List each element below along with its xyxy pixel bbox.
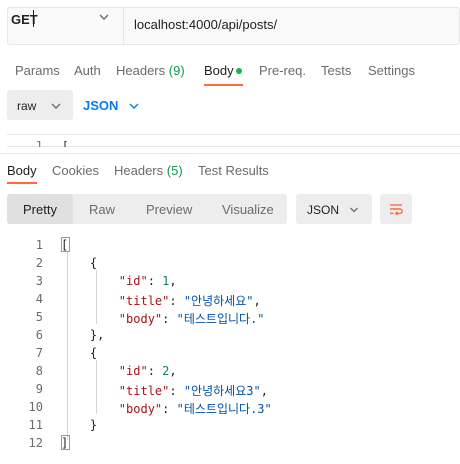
json-string: "안녕하세요" <box>183 294 254 308</box>
chevron-down-icon <box>350 207 358 213</box>
json-punctuation <box>61 364 119 378</box>
tab-headers-count: (9) <box>168 63 185 78</box>
line-number: 11 <box>28 418 43 432</box>
json-string: "테스트입니다.3" <box>176 402 272 416</box>
json-punctuation <box>61 294 119 308</box>
json-punctuation <box>61 384 119 398</box>
view-raw[interactable]: Raw <box>89 202 115 217</box>
url-input[interactable]: localhost:4000/api/posts/ <box>134 17 277 32</box>
code-line: "body": "테스트입니다.3" <box>61 400 272 417</box>
tab-settings[interactable]: Settings <box>368 63 415 78</box>
code-line: ] <box>61 436 68 450</box>
json-punctuation <box>61 274 119 288</box>
json-punctuation: : <box>169 384 184 398</box>
code-line: } <box>61 418 97 432</box>
tab-body[interactable]: Body <box>204 63 234 78</box>
json-key: "title" <box>118 294 170 308</box>
line-number: 4 <box>35 292 43 306</box>
json-punctuation: : <box>147 364 163 378</box>
line-number: 5 <box>35 310 43 324</box>
json-string: "테스트입니다." <box>176 312 265 326</box>
tab-params[interactable]: Params <box>15 63 60 78</box>
view-visualize[interactable]: Visualize <box>222 202 274 217</box>
tab-pre-request[interactable]: Pre-req. <box>259 63 306 78</box>
json-key: "body" <box>118 312 163 326</box>
chevron-down-icon <box>129 103 139 109</box>
json-key: "title" <box>118 384 170 398</box>
tab-cookies[interactable]: Cookies <box>52 163 99 178</box>
tab-response-headers-count: (5) <box>166 163 183 178</box>
json-punctuation: { <box>61 346 98 360</box>
code-line: "body": "테스트입니다." <box>61 310 265 327</box>
tab-headers[interactable]: Headers (9) <box>116 63 185 78</box>
active-tab-underline <box>204 84 243 86</box>
json-punctuation: , <box>169 364 177 378</box>
json-punctuation: , <box>169 274 177 288</box>
json-punctuation: : <box>162 402 177 416</box>
chevron-down-icon[interactable] <box>98 11 110 23</box>
code-line: { <box>61 256 97 270</box>
line-number: 7 <box>35 346 43 360</box>
tab-response-headers[interactable]: Headers (5) <box>114 163 183 178</box>
tab-headers-label: Headers <box>116 63 166 78</box>
json-punctuation <box>61 402 119 416</box>
view-preview[interactable]: Preview <box>146 202 192 217</box>
line-number: 1 <box>35 238 43 252</box>
code-line: [ <box>61 238 68 252</box>
tab-tests[interactable]: Tests <box>321 63 351 78</box>
json-punctuation: { <box>61 256 98 270</box>
json-punctuation <box>61 312 119 326</box>
text-caret <box>33 10 34 27</box>
code-line: "id": 2, <box>61 364 177 378</box>
json-punctuation: : <box>169 294 184 308</box>
pane-divider[interactable] <box>0 153 460 154</box>
request-body-text: [ <box>62 139 69 147</box>
json-punctuation: ] <box>61 436 69 450</box>
json-punctuation: [ <box>61 238 69 252</box>
active-tab-underline <box>7 182 37 184</box>
line-number: 6 <box>35 328 43 342</box>
json-punctuation: } <box>61 418 98 432</box>
tab-test-results[interactable]: Test Results <box>198 163 269 178</box>
view-pretty[interactable]: Pretty <box>23 202 57 217</box>
line-number: 2 <box>35 256 43 270</box>
code-line: }, <box>61 328 104 342</box>
tab-response-body[interactable]: Body <box>7 163 37 178</box>
body-language-select[interactable]: JSON <box>83 98 118 113</box>
tab-auth[interactable]: Auth <box>74 63 101 78</box>
code-line: "id": 1, <box>61 274 177 288</box>
format-label: JSON <box>307 203 340 217</box>
json-string: "안녕하세요3" <box>183 384 261 398</box>
body-indicator-dot <box>236 68 242 74</box>
json-punctuation: : <box>147 274 163 288</box>
line-number: 12 <box>28 436 43 450</box>
json-punctuation: }, <box>61 328 105 342</box>
request-body-editor[interactable] <box>7 134 460 147</box>
json-key: "id" <box>118 364 148 378</box>
request-line-number: 1 <box>36 139 43 147</box>
json-punctuation: , <box>260 384 268 398</box>
json-punctuation: , <box>253 294 261 308</box>
tab-response-headers-label: Headers <box>114 163 164 178</box>
line-number: 10 <box>28 400 43 414</box>
json-key: "id" <box>118 274 148 288</box>
body-mode-label: raw <box>17 99 37 113</box>
chevron-down-icon <box>51 103 61 109</box>
line-number: 8 <box>35 364 43 378</box>
json-punctuation: : <box>162 312 177 326</box>
wrap-lines-icon <box>390 204 403 216</box>
code-line: { <box>61 346 97 360</box>
line-number: 3 <box>35 274 43 288</box>
code-line: "title": "안녕하세요3", <box>61 382 268 399</box>
code-line: "title": "안녕하세요", <box>61 292 261 309</box>
line-number: 9 <box>35 382 43 396</box>
json-key: "body" <box>118 402 163 416</box>
